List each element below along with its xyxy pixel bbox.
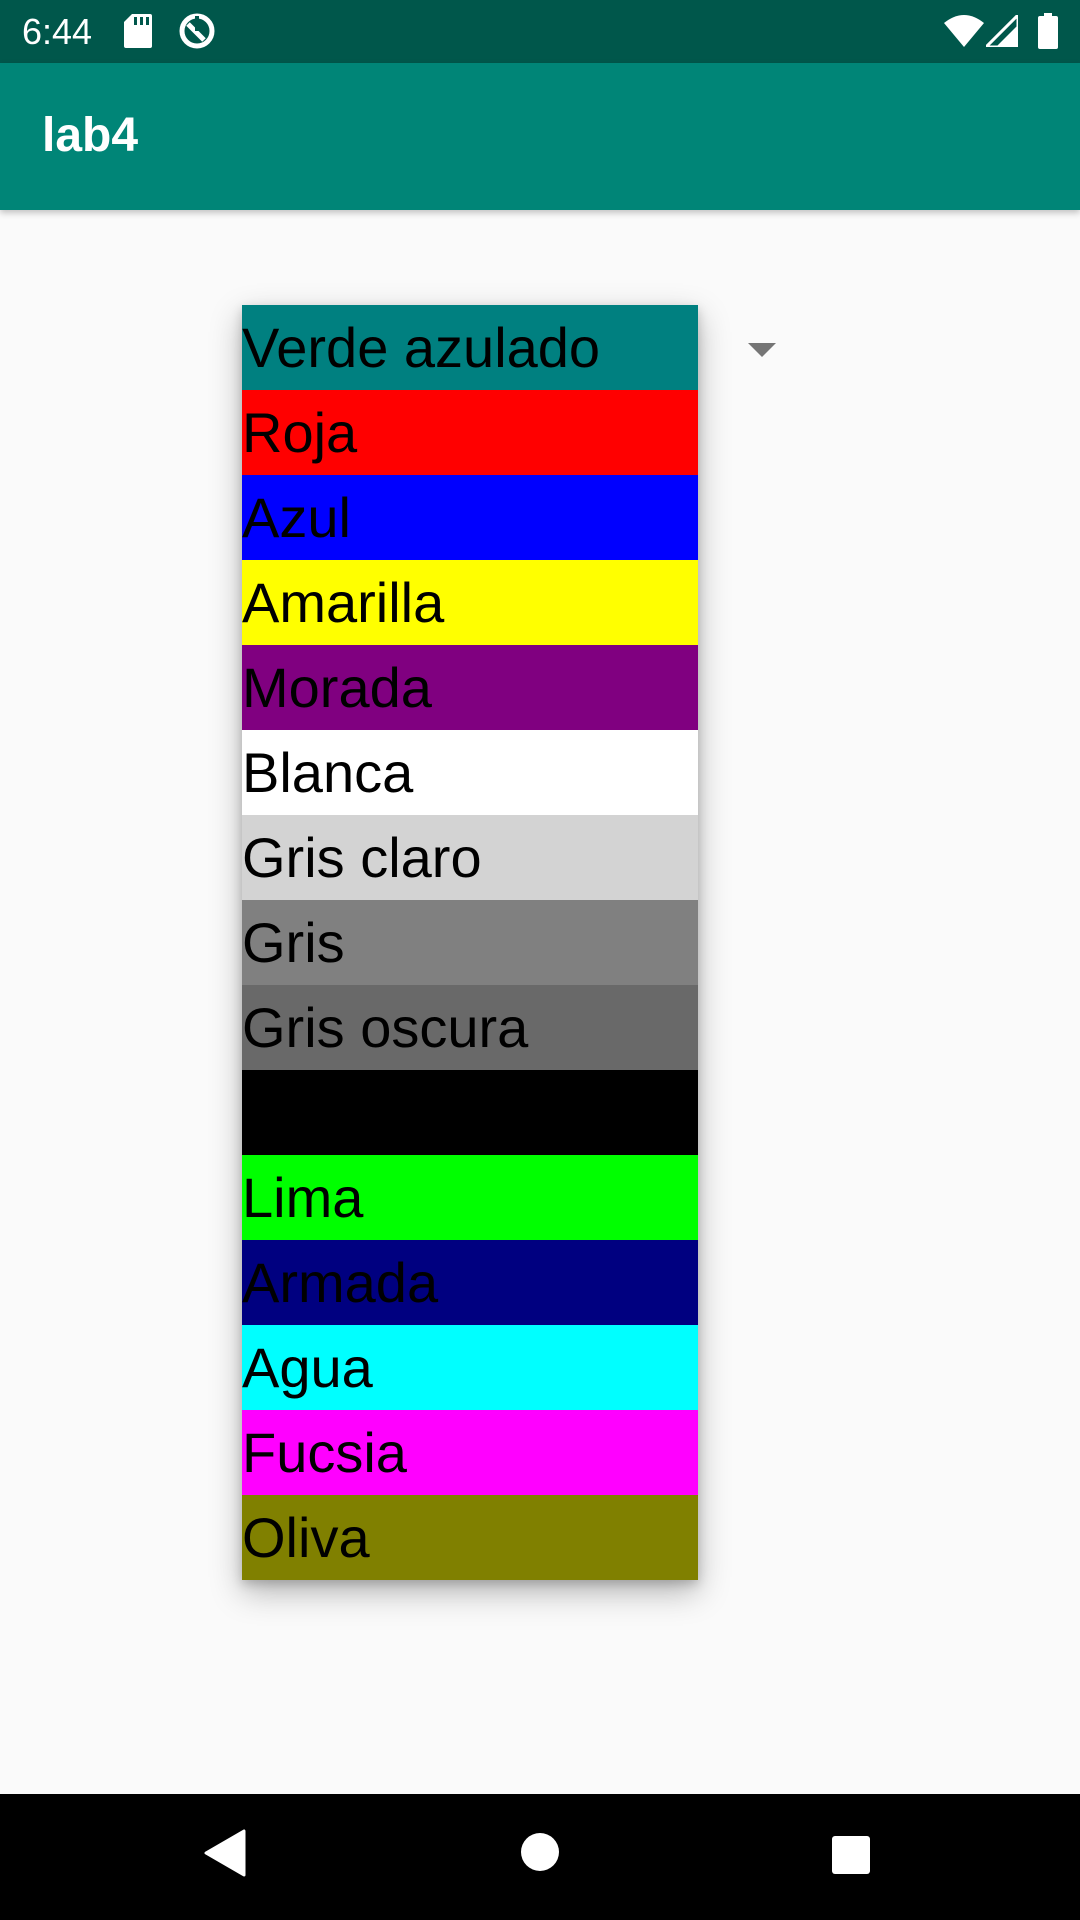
recents-icon[interactable] [831, 1835, 871, 1880]
dropdown-item[interactable]: Gris [242, 900, 698, 985]
navigation-bar [0, 1794, 1080, 1920]
dropdown-item[interactable]: Gris oscura [242, 985, 698, 1070]
dropdown-item[interactable]: Fucsia [242, 1410, 698, 1495]
dropdown-item[interactable] [242, 1070, 698, 1155]
dropdown-item[interactable]: Gris claro [242, 815, 698, 900]
dropdown-item[interactable]: Armada [242, 1240, 698, 1325]
dropdown-item[interactable]: Lima [242, 1155, 698, 1240]
home-icon[interactable] [520, 1832, 560, 1877]
dropdown-arrow-icon[interactable] [748, 343, 776, 357]
dropdown-item[interactable]: Blanca [242, 730, 698, 815]
back-icon[interactable] [204, 1829, 246, 1882]
wifi-icon [944, 15, 984, 52]
dropdown-item[interactable]: Roja [242, 390, 698, 475]
dropdown-item[interactable]: Oliva [242, 1495, 698, 1580]
signal-icon [982, 11, 1020, 52]
status-time: 6:44 [22, 11, 93, 52]
app-title: lab4 [42, 109, 139, 162]
dropdown-item[interactable]: Amarilla [242, 560, 698, 645]
status-bar: 6:44 [0, 0, 1080, 63]
dropdown-item[interactable]: Morada [242, 645, 698, 730]
dropdown-item[interactable]: Agua [242, 1325, 698, 1410]
battery-icon [1038, 13, 1058, 54]
sync-icon [178, 12, 216, 55]
sd-card-icon [124, 14, 152, 53]
app-bar: lab4 [0, 63, 1080, 210]
color-dropdown-list[interactable]: Verde azulado Roja Azul Amarilla Morada Blanc… [242, 305, 698, 1580]
dropdown-item[interactable]: Azul [242, 475, 698, 560]
dropdown-item[interactable]: Verde azulado [242, 305, 698, 390]
